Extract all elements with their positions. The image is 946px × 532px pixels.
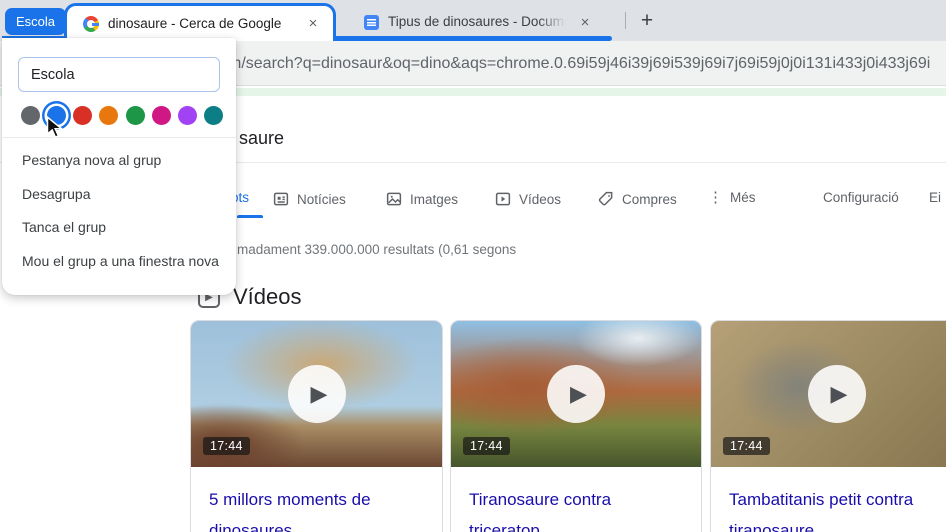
tab-title: dinosaure - Cerca de Google (108, 16, 294, 31)
color-swatch-cyan[interactable] (204, 106, 223, 125)
color-swatch-red[interactable] (73, 106, 92, 125)
close-tab-icon[interactable]: × (575, 12, 595, 32)
tag-icon (597, 190, 615, 208)
google-favicon (83, 16, 99, 32)
video-title-link[interactable]: Tambatitanis petit contra tiranosaure (711, 467, 946, 532)
color-swatch-row (21, 106, 223, 125)
color-swatch-blue[interactable] (47, 106, 66, 125)
tab-videos-label: Vídeos (519, 192, 561, 207)
new-tab-button[interactable]: + (634, 8, 660, 34)
tab-imatges-label: Imatges (410, 192, 458, 207)
menu-item-close-group[interactable]: Tanca el grup (2, 211, 236, 245)
color-swatch-pink[interactable] (152, 106, 171, 125)
settings-link[interactable]: Configuració (823, 190, 899, 205)
tab-title-fade (538, 13, 566, 31)
results-stats: madament 339.000.000 resultats (0,61 seg… (237, 242, 516, 257)
browser-window: saure ots Notícies Imatges Vídeos Compre… (0, 0, 946, 532)
video-duration-badge: 17:44 (203, 437, 250, 455)
video-card-2[interactable]: ▶ 17:44 Tiranosaure contra triceratop (450, 320, 702, 532)
tab-videos[interactable]: Vídeos (494, 190, 561, 208)
tools-link[interactable]: Ei (929, 190, 941, 205)
search-query-tail: saure (239, 128, 284, 149)
play-button-icon[interactable]: ▶ (288, 365, 346, 423)
more-vertical-icon: ⋮ (708, 190, 723, 205)
video-duration-badge: 17:44 (723, 437, 770, 455)
video-icon (494, 190, 512, 208)
image-icon (385, 190, 403, 208)
play-button-icon[interactable]: ▶ (547, 365, 605, 423)
tab-strip: Tipus de dinosaures - Document × + dinos… (0, 0, 946, 41)
tab-group-chip[interactable]: Escola (5, 8, 66, 35)
tab-group-menu: Pestanya nova al grup Desagrupa Tanca el… (2, 38, 236, 295)
tab-noticies-label: Notícies (297, 192, 346, 207)
tab-docs[interactable]: Tipus de dinosaures - Document × (348, 6, 634, 38)
color-swatch-orange[interactable] (99, 106, 118, 125)
tab-imatges[interactable]: Imatges (385, 190, 458, 208)
tab-noticies[interactable]: Notícies (272, 190, 346, 208)
google-docs-icon (364, 15, 379, 30)
menu-items: Pestanya nova al grup Desagrupa Tanca el… (2, 144, 236, 278)
video-duration-badge: 17:44 (463, 437, 510, 455)
video-card-1[interactable]: ▶ 17:44 5 millors moments de dinosaures (190, 320, 443, 532)
selected-tab-underline (237, 215, 263, 218)
play-button-icon[interactable]: ▶ (808, 365, 866, 423)
tab-compres-label: Compres (622, 192, 677, 207)
color-swatch-purple[interactable] (178, 106, 197, 125)
color-swatch-green[interactable] (126, 106, 145, 125)
tab-mes-label: Més (730, 190, 756, 205)
video-title-link[interactable]: 5 millors moments de dinosaures (191, 467, 442, 532)
news-icon (272, 190, 290, 208)
tab-mes[interactable]: ⋮ Més (708, 190, 756, 205)
tools-label: Ei (929, 190, 941, 205)
video-title-link[interactable]: Tiranosaure contra triceratop (451, 467, 701, 532)
group-name-input[interactable] (18, 57, 220, 92)
video-thumbnail-3[interactable]: ▶ 17:44 (711, 321, 946, 467)
video-card-3[interactable]: ▶ 17:44 Tambatitanis petit contra tirano… (710, 320, 946, 532)
menu-item-new-tab-in-group[interactable]: Pestanya nova al grup (2, 144, 236, 178)
url-field[interactable]: m/search?q=dinosaur&oq=dino&aqs=chrome.0… (228, 41, 946, 86)
close-tab-icon[interactable]: × (303, 14, 323, 34)
menu-item-move-group-to-new-window[interactable]: Mou el grup a una finestra nova (2, 245, 236, 279)
menu-divider (2, 137, 236, 138)
settings-label: Configuració (823, 190, 899, 205)
tab-google-search[interactable]: dinosaure - Cerca de Google × (64, 3, 336, 41)
video-thumbnail-2[interactable]: ▶ 17:44 (451, 321, 701, 467)
videos-section-title: Vídeos (233, 284, 302, 310)
tab-compres[interactable]: Compres (597, 190, 677, 208)
color-swatch-grey[interactable] (21, 106, 40, 125)
menu-item-ungroup[interactable]: Desagrupa (2, 178, 236, 212)
tab-separator (625, 12, 626, 29)
video-thumbnail-1[interactable]: ▶ 17:44 (191, 321, 442, 467)
